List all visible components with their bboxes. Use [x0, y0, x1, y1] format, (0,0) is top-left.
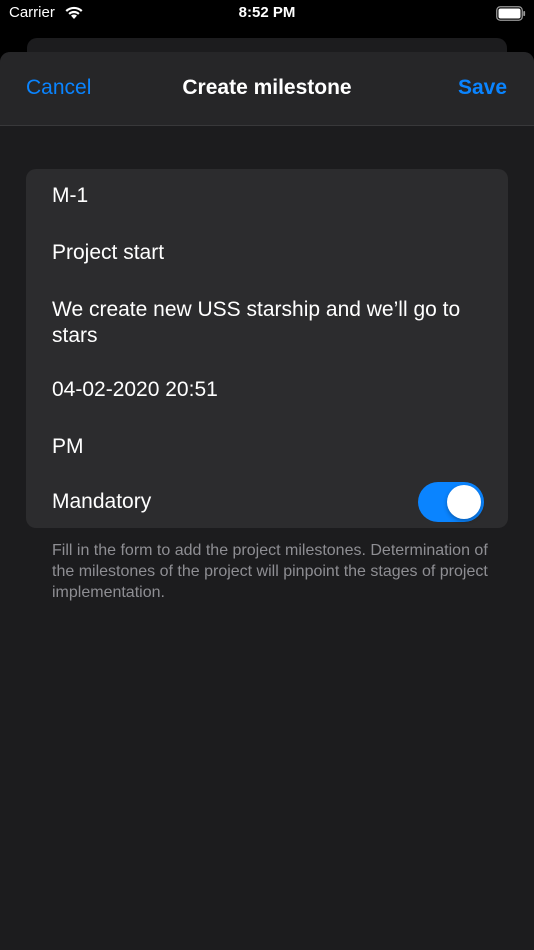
status-bar: Carrier 8:52 PM [0, 0, 534, 30]
save-button[interactable]: Save [458, 76, 507, 100]
milestone-name-field[interactable]: Project start [52, 240, 484, 266]
milestone-responsible-field[interactable]: PM [52, 434, 484, 460]
battery-icon [496, 6, 526, 21]
page-title: Create milestone [182, 76, 352, 99]
navigation-bar: Cancel Create milestone Save [0, 52, 534, 126]
milestone-code-field[interactable]: M-1 [52, 183, 484, 209]
milestone-form: M-1 Project start We create new USS star… [26, 169, 508, 528]
screen: Carrier 8:52 PM Cancel Create milestone … [0, 0, 534, 950]
mandatory-toggle[interactable] [418, 482, 484, 522]
toggle-knob [447, 485, 481, 519]
milestone-date-field[interactable]: 04-02-2020 20:51 [52, 377, 484, 403]
milestone-description-field[interactable]: We create new USS starship and we’ll go … [52, 297, 484, 349]
modal-sheet: Cancel Create milestone Save M-1 Project… [0, 52, 534, 950]
form-footer-note: Fill in the form to add the project mile… [52, 542, 488, 601]
status-time: 8:52 PM [238, 4, 296, 21]
